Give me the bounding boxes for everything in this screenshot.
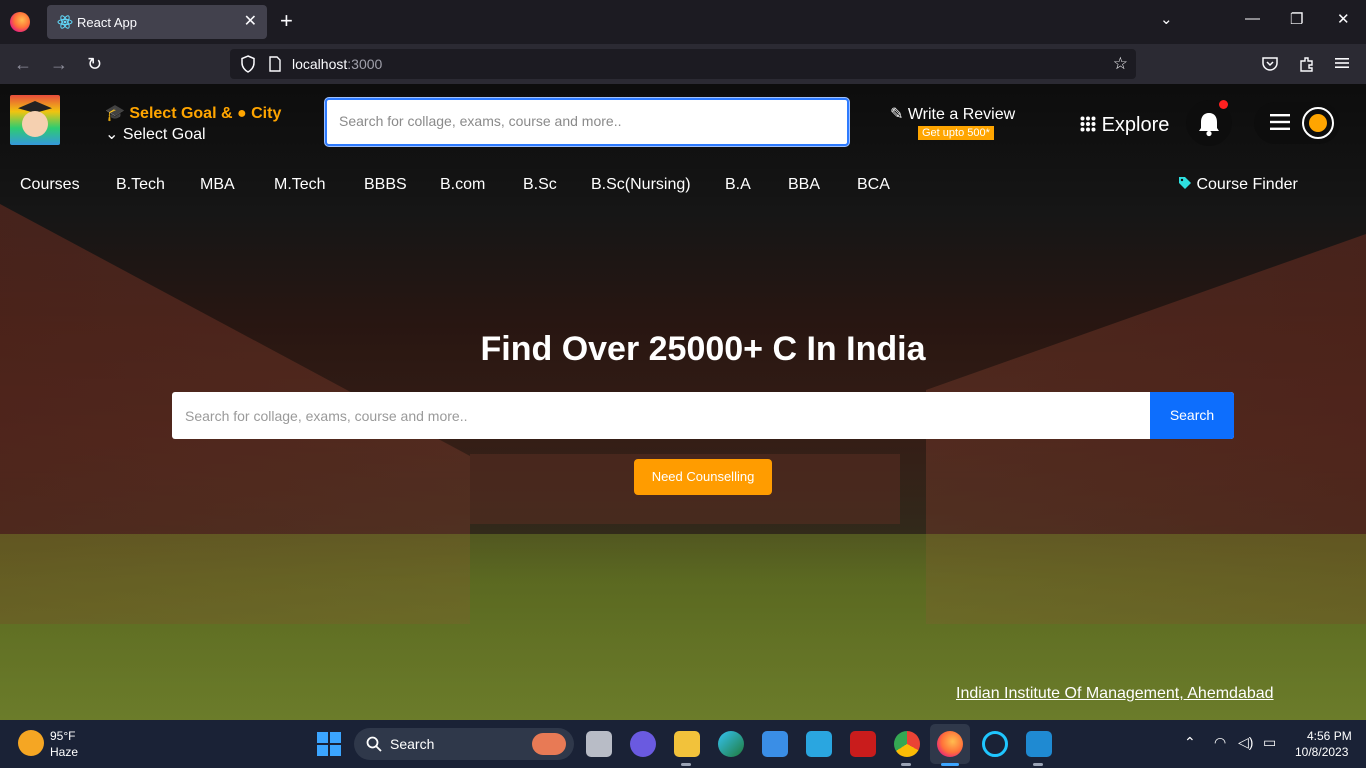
user-menu-button[interactable] (1254, 102, 1340, 144)
forward-icon[interactable]: → (50, 52, 68, 76)
browser-tab-bar: React App ✕ + ⌄ — ❐ ✕ (0, 0, 1366, 44)
course-nav-item[interactable]: BCA (857, 176, 890, 194)
graduation-cap-icon: 🎓 (105, 105, 125, 122)
browser-tab[interactable]: React App ✕ (47, 5, 267, 39)
course-nav-item[interactable]: B.Sc(Nursing) (591, 176, 691, 194)
hamburger-menu-icon (1270, 114, 1290, 130)
browser-nav-bar: ← → ↻ localhost:3000 ☆ (0, 44, 1366, 84)
running-indicator (901, 763, 911, 766)
search-highlight-icon (532, 733, 566, 755)
reload-icon[interactable]: ↻ (87, 52, 102, 76)
weather-description[interactable]: Haze (50, 745, 78, 759)
edge-icon[interactable] (718, 731, 744, 757)
store-icon[interactable] (762, 731, 788, 757)
running-indicator (1033, 763, 1043, 766)
running-indicator (681, 763, 691, 766)
hero-title: Find Over 25000+ C In India (480, 330, 926, 368)
course-nav-item[interactable]: Courses (20, 176, 80, 194)
close-tab-icon[interactable]: ✕ (244, 11, 257, 31)
explore-label: Explore (1101, 114, 1170, 136)
select-goal-dropdown[interactable]: ⌄ Select Goal (105, 124, 206, 144)
course-finder-link[interactable]: Course Finder (1178, 176, 1298, 194)
weather-haze-icon[interactable] (18, 730, 44, 756)
review-reward-badge: Get upto 500* (918, 126, 994, 140)
react-icon (57, 15, 73, 29)
goal-city-selector[interactable]: 🎓 Select Goal & ● City (105, 103, 281, 123)
notifications-button[interactable] (1186, 100, 1232, 146)
teams-chat-icon[interactable] (630, 731, 656, 757)
hero-search-input[interactable] (183, 407, 1133, 425)
city-label: City (251, 105, 282, 122)
app-menu-icon[interactable] (1334, 55, 1350, 71)
write-review-label: Write a Review (907, 106, 1016, 123)
volume-icon[interactable]: ◁) (1238, 734, 1253, 751)
course-nav-item[interactable]: BBBS (364, 176, 407, 194)
firefox-icon[interactable] (937, 731, 963, 757)
back-icon[interactable]: ← (14, 52, 32, 76)
chevron-down-icon[interactable]: ⌄ (1160, 10, 1173, 28)
task-view-icon[interactable] (586, 731, 612, 757)
course-nav-item[interactable]: B.com (440, 176, 485, 194)
course-nav-item[interactable]: MBA (200, 176, 235, 194)
taskbar-search[interactable]: Search (354, 728, 574, 760)
address-bar[interactable]: localhost:3000 ☆ (230, 49, 1136, 79)
header-search-input[interactable] (337, 112, 837, 130)
mcafee-icon[interactable] (850, 731, 876, 757)
close-window-icon[interactable]: ✕ (1337, 10, 1350, 28)
select-goal-label: Select Goal (122, 126, 206, 143)
pencil-icon: ✎ (890, 106, 904, 123)
extensions-icon[interactable] (1298, 55, 1316, 73)
wifi-icon[interactable]: ◠ (1214, 734, 1226, 751)
site-logo[interactable] (10, 95, 60, 145)
shield-icon[interactable] (240, 55, 256, 73)
course-nav-item[interactable]: M.Tech (274, 176, 326, 194)
course-nav-bar: Courses B.Tech MBA M.Tech BBBS B.com B.S… (0, 176, 1366, 196)
taskbar-search-label: Search (390, 736, 435, 752)
course-nav-item[interactable]: B.Tech (116, 176, 165, 194)
course-nav-item[interactable]: BBA (788, 176, 820, 194)
restore-icon[interactable]: ❐ (1290, 10, 1303, 28)
clock-time[interactable]: 4:56 PM (1307, 729, 1352, 743)
battery-icon[interactable]: ▭ (1263, 734, 1276, 751)
clock-date[interactable]: 10/8/2023 (1295, 745, 1348, 759)
mascot-face (22, 111, 48, 137)
avatar (1302, 107, 1334, 139)
active-indicator (941, 763, 959, 766)
cortana-icon[interactable] (982, 731, 1008, 757)
vscode-icon[interactable] (1026, 731, 1052, 757)
write-review-link[interactable]: ✎ Write a Review (890, 104, 1015, 124)
hero-image-caption[interactable]: Indian Institute Of Management, Ahemdaba… (956, 685, 1274, 703)
weather-temperature[interactable]: 95°F (50, 729, 75, 743)
chrome-icon[interactable] (894, 731, 920, 757)
goal-title-label: Select Goal & (129, 105, 233, 122)
hero-search-button[interactable]: Search (1150, 392, 1234, 439)
pocket-icon[interactable] (1261, 55, 1279, 73)
notification-dot (1219, 100, 1228, 109)
windows-start-icon[interactable] (317, 732, 341, 756)
header-search-box[interactable] (325, 98, 849, 146)
explore-button[interactable]: Explore (1080, 114, 1169, 137)
page-content: 🎓 Select Goal & ● City ⌄ Select Goal ✎ W… (0, 84, 1366, 720)
chevron-up-icon[interactable]: ⌃ (1184, 734, 1196, 751)
url-text[interactable]: localhost:3000 (292, 56, 382, 72)
search-icon (366, 736, 382, 752)
grid-icon (1080, 116, 1096, 132)
course-finder-label: Course Finder (1196, 176, 1298, 193)
tab-title: React App (77, 15, 137, 30)
page-icon[interactable] (268, 56, 282, 72)
l-app-icon[interactable] (806, 731, 832, 757)
course-nav-item[interactable]: B.A (725, 176, 751, 194)
new-tab-icon[interactable]: + (280, 9, 293, 33)
tag-icon (1179, 177, 1191, 189)
course-nav-item[interactable]: B.Sc (523, 176, 557, 194)
minimize-icon[interactable]: — (1245, 10, 1260, 27)
file-explorer-icon[interactable] (674, 731, 700, 757)
bookmark-star-icon[interactable]: ☆ (1113, 54, 1128, 74)
need-counselling-button[interactable]: Need Counselling (634, 459, 772, 495)
location-pin-icon: ● (236, 105, 247, 122)
hero-search-box[interactable]: Search (172, 392, 1234, 439)
firefox-icon[interactable] (10, 12, 30, 32)
windows-taskbar: 95°F Haze Search ⌃ ◠ ◁) ▭ 4:56 PM 10/8/2… (0, 720, 1366, 768)
chevron-down-icon: ⌄ (105, 126, 119, 143)
